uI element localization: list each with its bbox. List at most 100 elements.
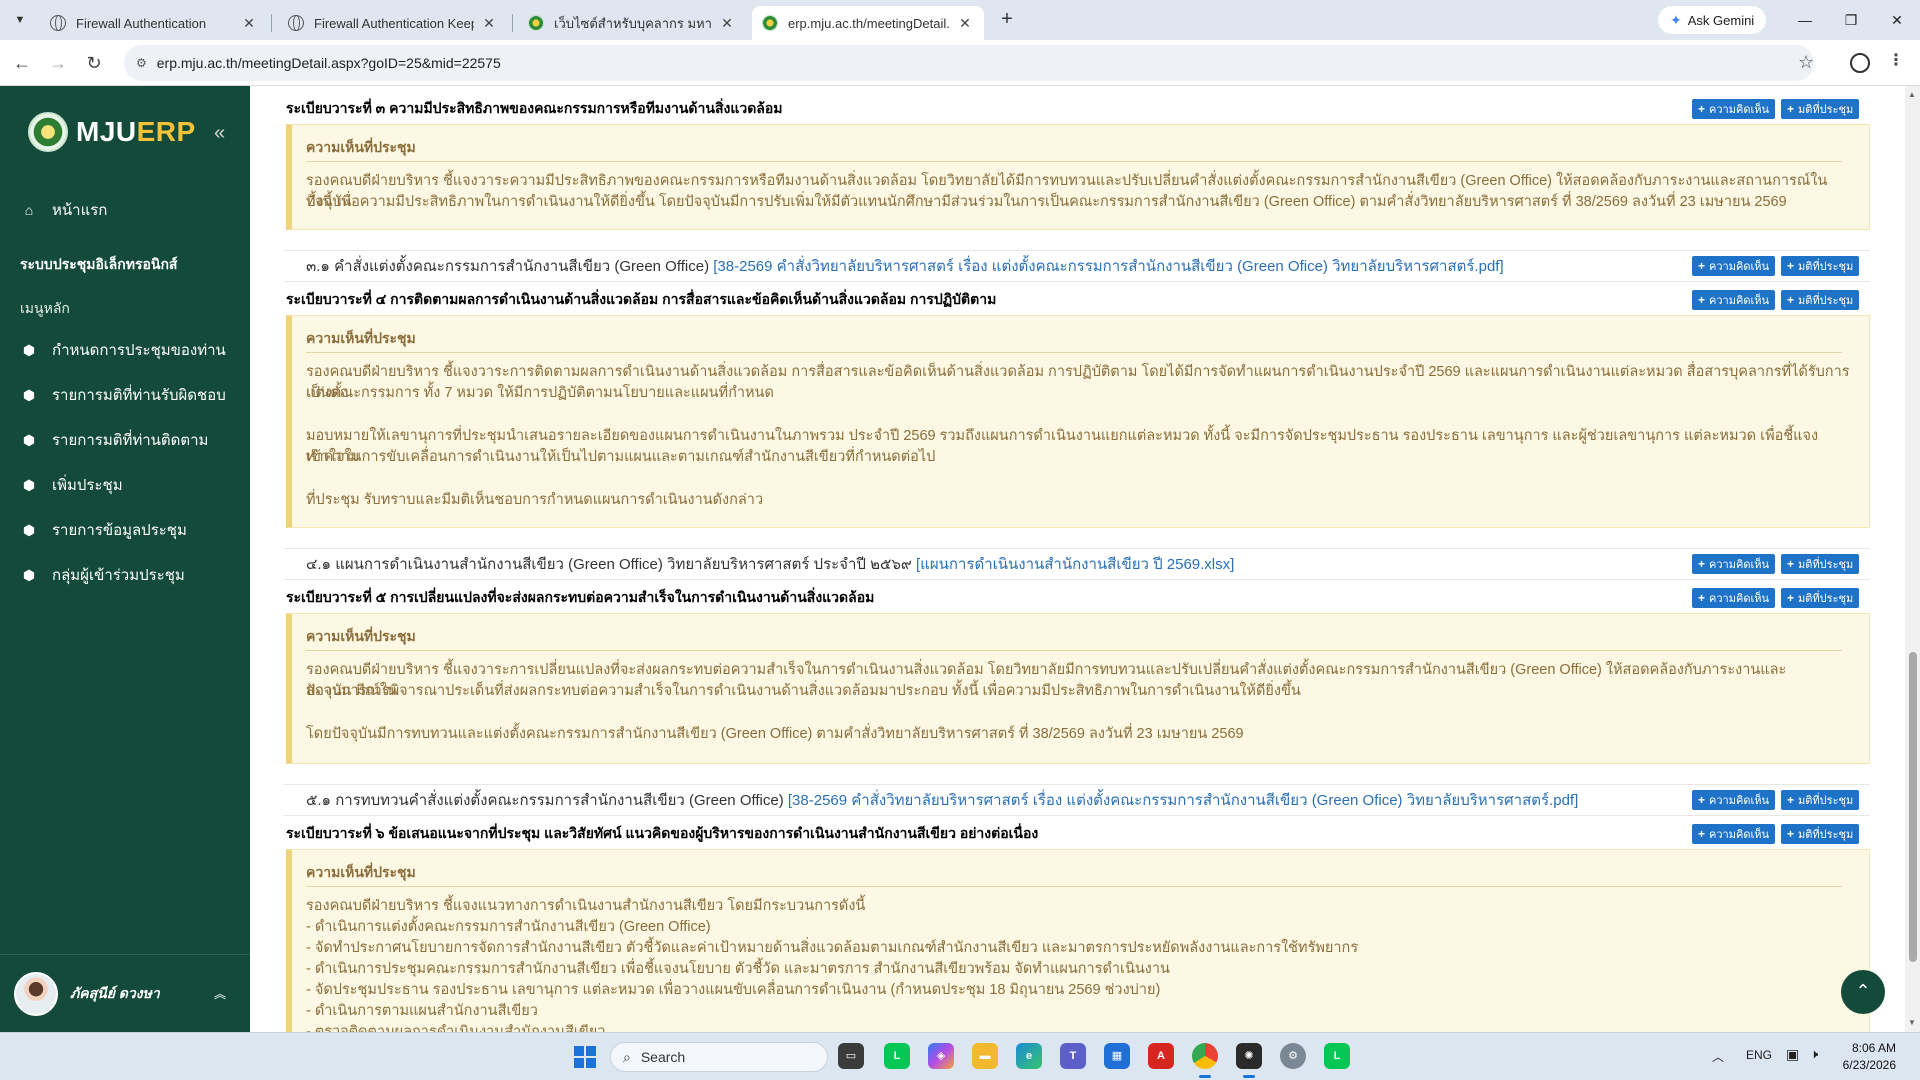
task-view-icon[interactable]: ▭ xyxy=(838,1043,864,1069)
network-icon[interactable]: ▣ xyxy=(1786,1046,1799,1063)
url-text: erp.mju.ac.th/meetingDetail.aspx?goID=25… xyxy=(156,55,501,71)
sidebar-item-participant-groups[interactable]: ⬢ กลุ่มผู้เข้าร่วมประชุม xyxy=(20,563,185,587)
tab-meeting-detail[interactable]: erp.mju.ac.th/meetingDetail.aspx ✕ xyxy=(752,6,984,40)
note-line: - จัดประชุมประธาน รองประธาน เลขานุการ แต… xyxy=(306,982,1161,998)
scroll-up-icon[interactable]: ▲ xyxy=(1908,90,1916,99)
reload-icon[interactable]: ↻ xyxy=(80,49,108,77)
settings-gear-icon[interactable]: ⚙ xyxy=(1280,1043,1306,1069)
add-resolution-button[interactable]: + มติที่ประชุม xyxy=(1781,99,1860,119)
document-title: ๕.๑ การทบทวนคำสั่งแต่งตั้งคณะกรรมการสำนั… xyxy=(306,792,784,809)
tab-firewall-auth[interactable]: Firewall Authentication ✕ xyxy=(40,6,268,40)
volume-muted-icon[interactable]: 🕨 xyxy=(1810,1046,1818,1062)
avatar xyxy=(14,971,58,1016)
back-to-top-button[interactable]: ⌃ xyxy=(1841,970,1885,1014)
mju-favicon-icon xyxy=(762,15,778,31)
sidebar-item-home[interactable]: ⌂ หน้าแรก xyxy=(20,198,108,222)
bookmark-star-icon[interactable]: ☆ xyxy=(1798,52,1814,73)
language-indicator[interactable]: ENG xyxy=(1746,1048,1772,1062)
add-resolution-button[interactable]: + มติที่ประชุม xyxy=(1781,554,1860,574)
document-link[interactable]: [แผนการดำเนินงานสำนักงานสีเขียว ปี 2569.… xyxy=(916,556,1234,573)
scroll-down-icon[interactable]: ▼ xyxy=(1908,1018,1916,1027)
add-comment-button[interactable]: + ความคิดเห็น xyxy=(1692,99,1776,119)
close-tab-icon[interactable]: ✕ xyxy=(956,15,974,32)
ask-gemini-button[interactable]: ✦ Ask Gemini xyxy=(1658,6,1767,34)
line-app-icon[interactable]: L xyxy=(1324,1043,1350,1069)
sidebar-item-my-responsibilities[interactable]: ⬢ รายการมติที่ท่านรับผิดชอบ xyxy=(20,383,226,407)
store-icon[interactable]: ▦ xyxy=(1104,1043,1130,1069)
note-line: - ดำเนินการตามแผนสำนักงานสีเขียว xyxy=(306,1003,538,1019)
sidebar-item-meeting-list[interactable]: ⬢ รายการข้อมูลประชุม xyxy=(20,518,187,542)
scroll-thumb[interactable] xyxy=(1909,652,1917,962)
add-resolution-button[interactable]: + มติที่ประชุม xyxy=(1781,256,1860,276)
user-panel[interactable]: ภัคสุนีย์ ดวงษา ︽ xyxy=(0,954,250,1032)
profile-icon[interactable] xyxy=(1850,53,1870,73)
windows-start-icon[interactable] xyxy=(574,1046,596,1068)
note-line: รองคณบดีฝ่ายบริหาร ชี้แจงแนวทางการดำเนิน… xyxy=(306,898,866,914)
note-heading: ความเห็นที่ประชุม xyxy=(306,139,416,155)
agenda-3-1-actions: + ความคิดเห็น + มติที่ประชุม xyxy=(1692,256,1860,276)
document-link[interactable]: [38-2569 คำสั่งวิทยาลัยบริหารศาสตร์ เรื่… xyxy=(713,258,1503,275)
add-comment-button[interactable]: + ความคิดเห็น xyxy=(1692,824,1776,844)
restore-icon[interactable]: ❐ xyxy=(1828,6,1874,34)
divider xyxy=(284,815,1870,816)
plus-icon: + xyxy=(1698,793,1706,807)
close-window-icon[interactable]: ✕ xyxy=(1874,6,1920,34)
edge-icon[interactable]: e xyxy=(1016,1043,1042,1069)
main-content: ระเบียบวาระที่ ๓ ความมีประสิทธิภาพของคณะ… xyxy=(250,86,1905,1032)
chatgpt-icon[interactable]: ✺ xyxy=(1236,1043,1262,1078)
add-comment-button[interactable]: + ความคิดเห็น xyxy=(1692,790,1776,810)
address-bar[interactable]: ⚙ erp.mju.ac.th/meetingDetail.aspx?goID=… xyxy=(124,45,1814,81)
document-link[interactable]: [38-2569 คำสั่งวิทยาลัยบริหารศาสตร์ เรื่… xyxy=(788,792,1578,809)
page-scrollbar[interactable]: ▲ ▼ xyxy=(1905,86,1920,1032)
note-line: ปัจจุบัน มีการพิจารณาประเด็นที่ส่งผลกระท… xyxy=(306,683,1301,699)
back-arrow-icon[interactable]: ← xyxy=(8,49,36,77)
file-explorer-icon[interactable]: ▬ xyxy=(972,1043,998,1069)
add-comment-button[interactable]: + ความคิดเห็น xyxy=(1692,290,1776,310)
taskbar-search[interactable]: ⌕ Search xyxy=(610,1042,828,1072)
add-resolution-button[interactable]: + มติที่ประชุม xyxy=(1781,290,1860,310)
note-heading: ความเห็นที่ประชุม xyxy=(306,628,416,644)
agenda-4-note: ความเห็นที่ประชุม รองคณบดีฝ่ายบริหาร ชี้… xyxy=(286,315,1870,528)
plus-icon: + xyxy=(1787,793,1795,807)
sidebar-item-my-schedule[interactable]: ⬢ กำหนดการประชุมของท่าน xyxy=(20,338,226,362)
add-resolution-button[interactable]: + มติที่ประชุม xyxy=(1781,790,1860,810)
close-tab-icon[interactable]: ✕ xyxy=(480,15,498,32)
add-comment-button[interactable]: + ความคิดเห็น xyxy=(1692,256,1776,276)
chrome-icon[interactable] xyxy=(1192,1043,1218,1078)
add-comment-button[interactable]: + ความคิดเห็น xyxy=(1692,588,1776,608)
line-app-icon[interactable]: L xyxy=(884,1043,910,1069)
site-info-icon[interactable]: ⚙ xyxy=(136,56,147,70)
new-tab-button[interactable]: + xyxy=(995,8,1019,32)
tab-search-button[interactable]: ▼ xyxy=(8,8,32,32)
copilot-icon[interactable]: ◈ xyxy=(928,1043,954,1069)
close-tab-icon[interactable]: ✕ xyxy=(718,15,736,32)
mju-favicon-icon xyxy=(528,15,544,31)
browser-menu-icon[interactable]: ⋮ xyxy=(1888,50,1904,70)
sidebar-item-add-meeting[interactable]: ⬢ เพิ่มประชุม xyxy=(20,473,123,497)
system-clock[interactable]: 8:06 AM 6/23/2026 xyxy=(1840,1040,1896,1074)
plus-icon: + xyxy=(1698,102,1706,116)
acrobat-icon[interactable]: A xyxy=(1148,1043,1174,1069)
minimize-icon[interactable]: — xyxy=(1782,6,1828,34)
plus-icon: + xyxy=(1787,591,1795,605)
close-tab-icon[interactable]: ✕ xyxy=(240,15,258,32)
add-resolution-button[interactable]: + มติที่ประชุม xyxy=(1781,588,1860,608)
tab-title: erp.mju.ac.th/meetingDetail.aspx xyxy=(788,15,950,31)
forward-arrow-icon[interactable]: → xyxy=(44,49,72,77)
agenda-5-1-actions: + ความคิดเห็น + มติที่ประชุม xyxy=(1692,790,1860,810)
add-comment-button[interactable]: + ความคิดเห็น xyxy=(1692,554,1776,574)
add-resolution-button[interactable]: + มติที่ประชุม xyxy=(1781,824,1860,844)
agenda-6-title: ระเบียบวาระที่ ๖ ข้อเสนอแนะจากที่ประชุม … xyxy=(286,825,1039,841)
mjuerp-logo[interactable]: MJUERP xyxy=(28,112,196,152)
teams-icon[interactable]: T xyxy=(1060,1043,1086,1069)
collapse-sidebar-icon[interactable]: « xyxy=(214,122,225,145)
sidebar-item-following[interactable]: ⬢ รายการมติที่ท่านติดตาม xyxy=(20,428,209,452)
document-title: ๔.๑ แผนการดำเนินงานสำนักงานสีเขียว (Gree… xyxy=(306,556,912,573)
chevron-up-icon[interactable]: ︿ xyxy=(1712,1048,1724,1065)
divider xyxy=(306,352,1842,353)
note-line: โดยปัจจุบันมีการทบทวนและแต่งตั้งคณะกรรมก… xyxy=(306,726,1244,742)
tab-staff-website[interactable]: เว็บไซต์สำหรับบุคลากร มหาวิทยาลัยแม่โจ้ … xyxy=(518,6,746,40)
gemini-sparkle-icon: ✦ xyxy=(1670,11,1682,28)
tab-firewall-keepalive[interactable]: Firewall Authentication Keepalive ✕ xyxy=(278,6,508,40)
chevron-up-icon[interactable]: ︽ xyxy=(214,985,226,1002)
